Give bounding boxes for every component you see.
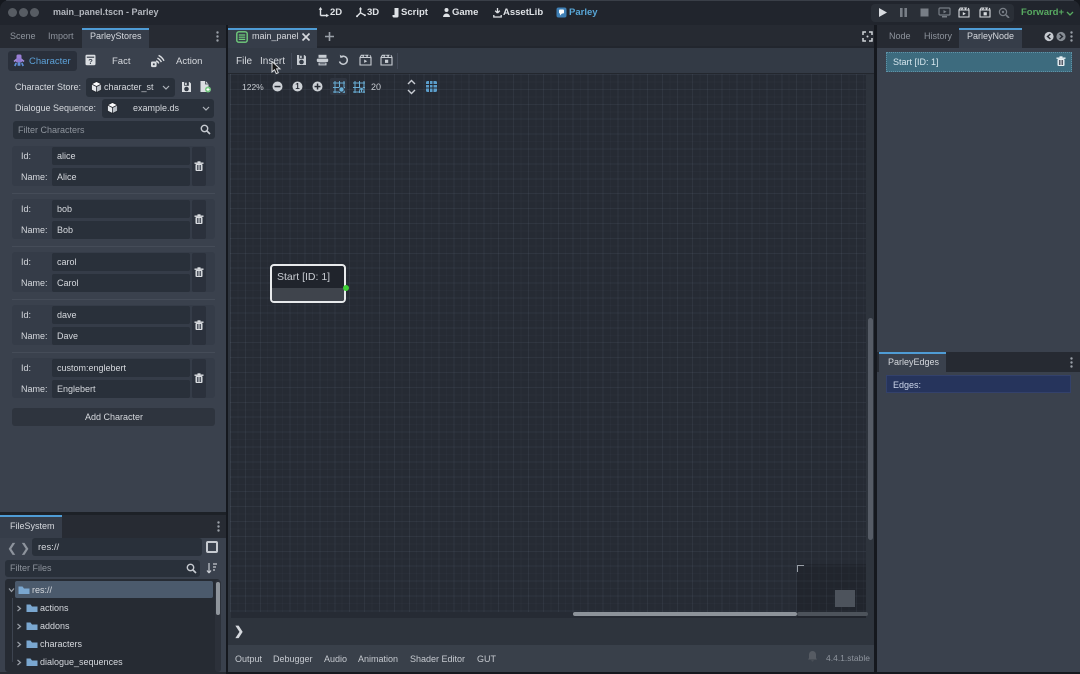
svg-text:1: 1 [295, 82, 300, 91]
svg-text:?: ? [88, 57, 93, 66]
